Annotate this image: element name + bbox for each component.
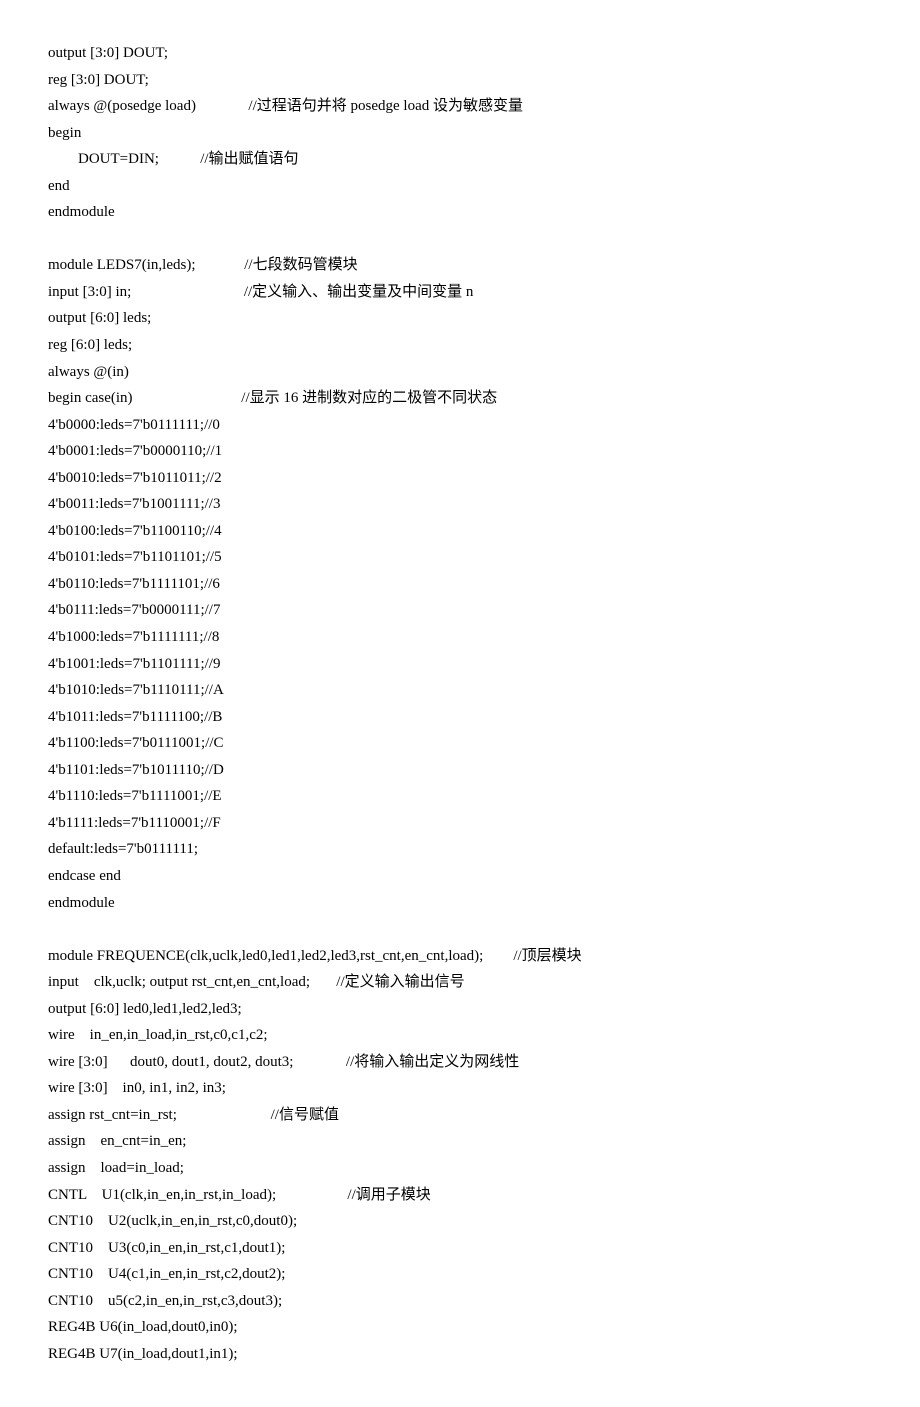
code-line: endmodule (48, 890, 880, 917)
code-line: assign load=in_load; (48, 1155, 880, 1182)
code-line: endcase end (48, 863, 880, 890)
code-line: endmodule (48, 199, 880, 226)
code-line (48, 916, 880, 943)
code-line: reg [6:0] leds; (48, 332, 880, 359)
code-line: 4'b0110:leds=7'b1111101;//6 (48, 571, 880, 598)
code-line: begin case(in) //显示 16 进制数对应的二极管不同状态 (48, 385, 880, 412)
code-line: 4'b1011:leds=7'b1111100;//B (48, 704, 880, 731)
code-line: wire [3:0] dout0, dout1, dout2, dout3; /… (48, 1049, 880, 1076)
code-line: CNT10 U2(uclk,in_en,in_rst,c0,dout0); (48, 1208, 880, 1235)
code-line: always @(in) (48, 359, 880, 386)
code-line: 4'b0111:leds=7'b0000111;//7 (48, 597, 880, 624)
code-line: DOUT=DIN; //输出赋值语句 (48, 146, 880, 173)
code-line: 4'b1100:leds=7'b0111001;//C (48, 730, 880, 757)
code-line: input clk,uclk; output rst_cnt,en_cnt,lo… (48, 969, 880, 996)
code-line: module FREQUENCE(clk,uclk,led0,led1,led2… (48, 943, 880, 970)
code-line: always @(posedge load) //过程语句并将 posedge … (48, 93, 880, 120)
code-line: 4'b1000:leds=7'b1111111;//8 (48, 624, 880, 651)
code-line: CNT10 U3(c0,in_en,in_rst,c1,dout1); (48, 1235, 880, 1262)
code-line: output [6:0] led0,led1,led2,led3; (48, 996, 880, 1023)
code-line: end (48, 173, 880, 200)
code-line: output [3:0] DOUT; (48, 40, 880, 67)
code-line: 4'b1101:leds=7'b1011110;//D (48, 757, 880, 784)
code-line: 4'b1001:leds=7'b1101111;//9 (48, 651, 880, 678)
code-line: begin (48, 120, 880, 147)
code-line: assign en_cnt=in_en; (48, 1128, 880, 1155)
code-line: assign rst_cnt=in_rst; //信号赋值 (48, 1102, 880, 1129)
code-line: REG4B U7(in_load,dout1,in1); (48, 1341, 880, 1368)
code-line: 4'b0001:leds=7'b0000110;//1 (48, 438, 880, 465)
code-line: wire in_en,in_load,in_rst,c0,c1,c2; (48, 1022, 880, 1049)
code-document: output [3:0] DOUT;reg [3:0] DOUT;always … (48, 40, 880, 1367)
code-line: REG4B U6(in_load,dout0,in0); (48, 1314, 880, 1341)
code-line: 4'b1010:leds=7'b1110111;//A (48, 677, 880, 704)
code-line: 4'b1111:leds=7'b1110001;//F (48, 810, 880, 837)
code-line: input [3:0] in; //定义输入、输出变量及中间变量 n (48, 279, 880, 306)
code-line: 4'b0000:leds=7'b0111111;//0 (48, 412, 880, 439)
code-line (48, 226, 880, 253)
code-line: reg [3:0] DOUT; (48, 67, 880, 94)
code-line: wire [3:0] in0, in1, in2, in3; (48, 1075, 880, 1102)
code-line: 4'b0010:leds=7'b1011011;//2 (48, 465, 880, 492)
code-line: CNT10 u5(c2,in_en,in_rst,c3,dout3); (48, 1288, 880, 1315)
code-line: CNT10 U4(c1,in_en,in_rst,c2,dout2); (48, 1261, 880, 1288)
code-line: CNTL U1(clk,in_en,in_rst,in_load); //调用子… (48, 1182, 880, 1209)
code-line: 4'b0100:leds=7'b1100110;//4 (48, 518, 880, 545)
code-line: module LEDS7(in,leds); //七段数码管模块 (48, 252, 880, 279)
code-line: output [6:0] leds; (48, 305, 880, 332)
code-line: 4'b0011:leds=7'b1001111;//3 (48, 491, 880, 518)
code-line: 4'b1110:leds=7'b1111001;//E (48, 783, 880, 810)
code-line: 4'b0101:leds=7'b1101101;//5 (48, 544, 880, 571)
code-line: default:leds=7'b0111111; (48, 836, 880, 863)
